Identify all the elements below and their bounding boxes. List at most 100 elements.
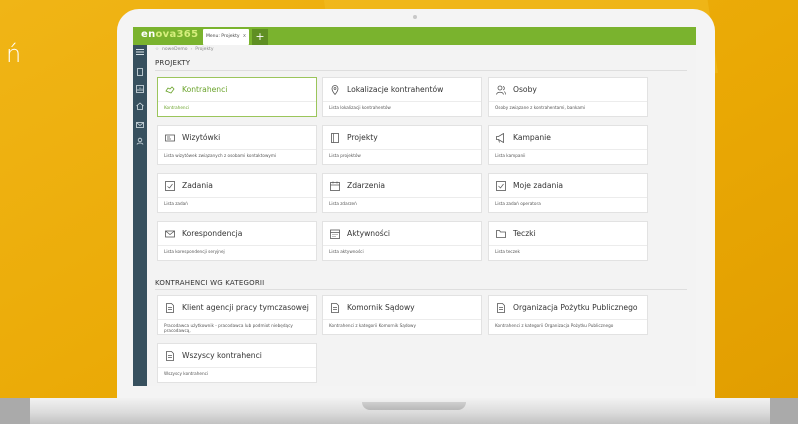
calendar-icon bbox=[330, 181, 340, 191]
breadcrumb-item-nowedemo[interactable]: noweDemo bbox=[162, 47, 187, 52]
card-header: Teczki bbox=[489, 222, 647, 246]
card-title: Teczki bbox=[513, 229, 536, 238]
card-title: Projekty bbox=[347, 133, 378, 142]
laptop-base-edge-left bbox=[0, 398, 30, 424]
card-header: Wszyscy kontrahenci bbox=[158, 344, 316, 368]
checkbox-icon bbox=[496, 181, 506, 191]
breadcrumb: ☆ noweDemo › Projekty bbox=[155, 47, 214, 52]
card-title: Zdarzenia bbox=[347, 181, 386, 190]
document-icon bbox=[166, 303, 174, 313]
handshake-icon bbox=[165, 86, 175, 94]
card-description: Lista lokalizacji kontrahentów bbox=[329, 105, 391, 110]
document-icon bbox=[331, 303, 339, 313]
document-icon bbox=[166, 351, 174, 361]
card-organizacja-pozytku-publicznego[interactable]: Organizacja Pożytku Publicznego Kontrahe… bbox=[488, 295, 648, 335]
card-osoby[interactable]: Osoby Osoby związane z kontrahentami, ba… bbox=[488, 77, 648, 117]
card-description: Osoby związane z kontrahentami, bankami bbox=[495, 105, 586, 110]
card-aktywnosci[interactable]: Aktywności Lista aktywności bbox=[322, 221, 482, 261]
card-description: Lista teczek bbox=[495, 249, 520, 254]
card-kontrahenci[interactable]: Kontrahenci Kontrahenci bbox=[157, 77, 317, 117]
top-bar: enova365 Menu: Projekty x + bbox=[133, 27, 696, 45]
sidebar bbox=[133, 45, 147, 386]
activity-icon bbox=[330, 229, 340, 239]
document-icon bbox=[497, 303, 505, 313]
card-wizytowki[interactable]: Wizytówki Lista wizytówek związanych z o… bbox=[157, 125, 317, 165]
card-description: Lista aktywności bbox=[329, 249, 364, 254]
card-title: Lokalizacje kontrahentów bbox=[347, 85, 444, 94]
card-zdarzenia[interactable]: Zdarzenia Lista zdarzeń bbox=[322, 173, 482, 213]
card-description: Lista zadań operatora bbox=[495, 201, 541, 206]
card-title: Organizacja Pożytku Publicznego bbox=[513, 303, 638, 312]
laptop-base-edge-right bbox=[770, 398, 798, 424]
card-header: Projekty bbox=[323, 126, 481, 150]
card-title: Komornik Sądowy bbox=[347, 303, 415, 312]
app-logo[interactable]: enova365 bbox=[141, 29, 198, 40]
card-klient-agencji-pracy[interactable]: Klient agencji pracy tymczasowej Pracoda… bbox=[157, 295, 317, 335]
card-projekty[interactable]: Projekty Lista projektów bbox=[322, 125, 482, 165]
card-header: Zadania bbox=[158, 174, 316, 198]
card-title: Korespondencja bbox=[182, 229, 243, 238]
card-title: Aktywności bbox=[347, 229, 390, 238]
card-description: Lista zadań bbox=[164, 201, 188, 206]
add-tab-button[interactable]: + bbox=[252, 29, 268, 45]
tab-menu-projekty[interactable]: Menu: Projekty x bbox=[203, 29, 249, 45]
card-title: Kampanie bbox=[513, 133, 551, 142]
megaphone-icon bbox=[496, 133, 504, 143]
folder-icon bbox=[331, 133, 339, 143]
camera-icon bbox=[413, 15, 417, 19]
card-header: Klient agencji pracy tymczasowej bbox=[158, 296, 316, 320]
card-description: Lista wizytówek związanych z osobami kon… bbox=[164, 153, 277, 158]
mail-icon[interactable] bbox=[136, 121, 144, 129]
card-header: Osoby bbox=[489, 78, 647, 102]
chart-icon[interactable] bbox=[136, 85, 144, 93]
card-title: Klient agencji pracy tymczasowej bbox=[182, 303, 309, 312]
home-icon[interactable] bbox=[136, 102, 144, 110]
close-icon[interactable]: x bbox=[243, 33, 246, 39]
envelope-icon bbox=[165, 230, 175, 238]
card-header: Zdarzenia bbox=[323, 174, 481, 198]
card-title: Kontrahenci bbox=[182, 85, 228, 94]
section-title-kontrahenci-wg-kategorii: KONTRAHENCI WG KATEGORII bbox=[155, 279, 265, 287]
card-header: Komornik Sądowy bbox=[323, 296, 481, 320]
card-description: Pracodawca użytkownik - pracodawca lub p… bbox=[164, 323, 293, 334]
card-moje-zadania[interactable]: Moje zadania Lista zadań operatora bbox=[488, 173, 648, 213]
card-zadania[interactable]: Zadania Lista zadań bbox=[157, 173, 317, 213]
app-screen: enova365 Menu: Projekty x + ☆ noweDemo › Pr… bbox=[133, 27, 696, 386]
document-icon[interactable] bbox=[136, 68, 144, 76]
card-lokalizacje-kontrahentow[interactable]: Lokalizacje kontrahentów Lista lokalizac… bbox=[322, 77, 482, 117]
section-divider bbox=[155, 70, 687, 71]
folder-open-icon bbox=[496, 230, 506, 238]
card-description: Lista zdarzeń bbox=[329, 201, 357, 206]
background-glyph: ń bbox=[6, 40, 22, 68]
hamburger-icon[interactable] bbox=[136, 48, 144, 56]
card-korespondencja[interactable]: Korespondencja Lista korespondencji sery… bbox=[157, 221, 317, 261]
card-teczki[interactable]: Teczki Lista teczek bbox=[488, 221, 648, 261]
card-description: Lista kampanii bbox=[495, 153, 526, 158]
section-title-projekty: PROJEKTY bbox=[155, 59, 191, 67]
card-description: Wszyscy kontrahenci bbox=[164, 371, 209, 376]
section-divider bbox=[155, 289, 687, 290]
logo-accent: ova365 bbox=[155, 29, 199, 40]
task-icon bbox=[165, 181, 175, 191]
card-description: Lista korespondencji seryjnej bbox=[164, 249, 225, 254]
user-icon[interactable] bbox=[136, 137, 144, 145]
card-title: Osoby bbox=[513, 85, 537, 94]
card-title: Zadania bbox=[182, 181, 213, 190]
card-title: Wizytówki bbox=[182, 133, 221, 142]
card-kampanie[interactable]: Kampanie Lista kampanii bbox=[488, 125, 648, 165]
people-icon bbox=[496, 85, 506, 95]
card-header: Korespondencja bbox=[158, 222, 316, 246]
location-pin-icon bbox=[331, 85, 339, 95]
laptop-notch bbox=[362, 402, 466, 410]
card-header: Lokalizacje kontrahentów bbox=[323, 78, 481, 102]
card-wszyscy-kontrahenci[interactable]: Wszyscy kontrahenci Wszyscy kontrahenci bbox=[157, 343, 317, 383]
breadcrumb-item-projekty[interactable]: Projekty bbox=[195, 47, 213, 52]
tab-label: Menu: Projekty bbox=[206, 34, 240, 39]
logo-main: en bbox=[141, 29, 156, 40]
star-icon[interactable]: ☆ bbox=[155, 47, 159, 52]
card-header: Wizytówki bbox=[158, 126, 316, 150]
card-description: Kontrahenci z kategorii Organizacja Poży… bbox=[495, 323, 614, 328]
card-komornik-sadowy[interactable]: Komornik Sądowy Kontrahenci z kategorii … bbox=[322, 295, 482, 335]
card-header: Kontrahenci bbox=[158, 78, 316, 102]
business-card-icon bbox=[165, 134, 175, 142]
